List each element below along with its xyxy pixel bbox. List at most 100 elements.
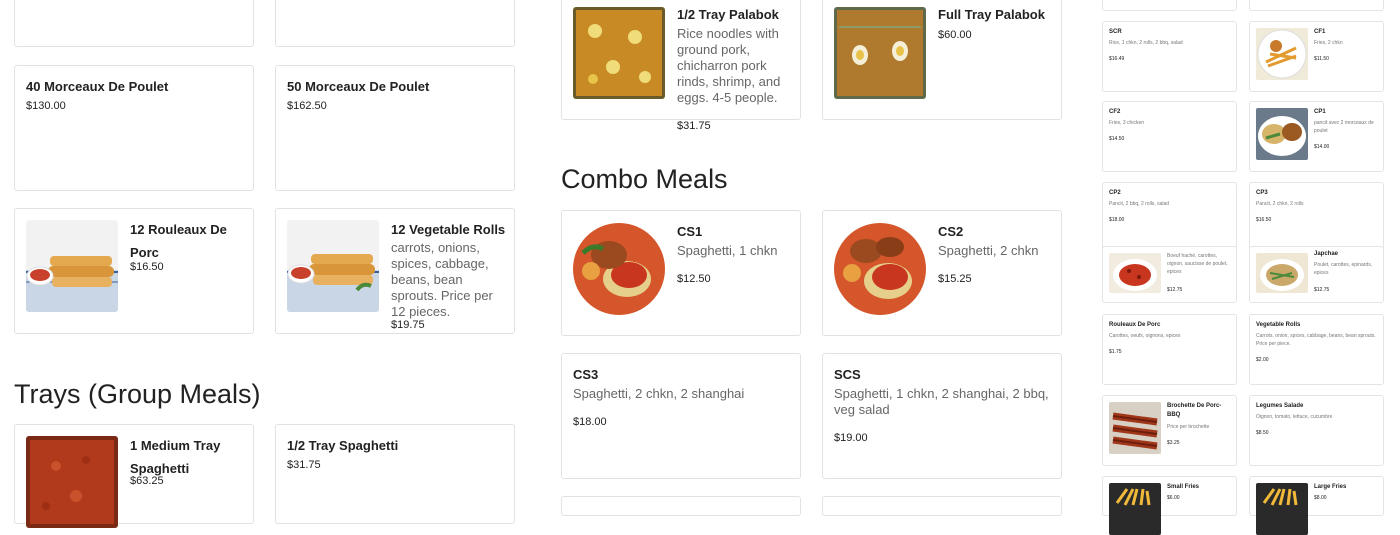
side-item-card[interactable]: CP1 pancit avec 2 morceaux de poulet $14… — [1249, 101, 1384, 172]
side-item-card[interactable]: Large Fries $8.00 — [1249, 476, 1384, 535]
item-price: $19.00 — [834, 432, 868, 444]
side-item-card[interactable]: Legumes Salade Oignon, tomato, lettuce, … — [1249, 395, 1384, 466]
item-name: 1/2 Tray Palabok — [677, 7, 779, 22]
spaghetti-beef-image — [1109, 253, 1161, 293]
item-description: Rice noodles with ground pork, chicharro… — [677, 26, 781, 105]
menu-item-card[interactable]: CS2 Spaghetti, 2 chkn $15.25 — [822, 210, 1062, 336]
item-price: $63.25 — [130, 475, 164, 487]
side-item-description: Oignon, tomato, lettuce, cucumbre — [1256, 414, 1333, 420]
item-price: $31.75 — [677, 120, 711, 132]
side-item-description: Boeuf haché, carottes, oignon, saucisse … — [1167, 253, 1228, 275]
side-item-card[interactable]: CF2 Fries, 3 chicken $14.50 — [1102, 101, 1237, 172]
side-item-name: Rouleaux De Porc — [1109, 322, 1161, 328]
side-item-name: CF1 — [1314, 29, 1326, 35]
menu-item-card[interactable]: CS1 Spaghetti, 1 chkn $12.50 — [561, 210, 801, 336]
item-name: CS1 — [677, 224, 703, 239]
item-name: SCS — [834, 367, 861, 382]
item-description: Spaghetti, 2 chkn, 2 shanghai — [573, 386, 745, 401]
side-item-price: $12.75 — [1167, 287, 1183, 293]
side-item-price: $8.00 — [1314, 495, 1327, 501]
spaghetti-tray-image — [26, 436, 118, 528]
item-description: Spaghetti, 1 chkn — [677, 243, 778, 258]
side-item-description: Rice, 1 chkn, 2 rolls, 2 bbq, salad — [1109, 40, 1183, 46]
item-name: 12 Vegetable Rolls — [391, 222, 506, 237]
side-item-description: Fries, 3 chicken — [1109, 120, 1145, 126]
menu-item-card-partial[interactable] — [14, 0, 254, 47]
side-item-description: Price per brochette — [1167, 424, 1210, 430]
menu-item-card-partial[interactable] — [822, 496, 1062, 516]
side-item-description: Carrots, onion, spices, cabbage, beans, … — [1256, 333, 1376, 347]
pancit-chicken-image — [1256, 108, 1308, 160]
side-card-partial[interactable] — [1102, 0, 1237, 11]
item-name: 50 Morceaux De Poulet — [287, 79, 430, 94]
menu-item-card[interactable]: 1 Medium Tray Spaghetti $63.25 — [14, 424, 254, 528]
side-item-card[interactable]: Vegetable Rolls Carrots, onion, spices, … — [1249, 314, 1384, 385]
side-item-card[interactable]: Small Fries $6.00 — [1102, 476, 1237, 535]
side-item-price: $18.00 — [1109, 217, 1125, 223]
menu-item-card[interactable]: 12 Vegetable Rolls carrots, onions, spic… — [275, 208, 515, 334]
item-name: 40 Morceaux De Poulet — [26, 79, 169, 94]
side-item-card[interactable]: Rouleaux De Porc Carottes, oeufs, oignon… — [1102, 314, 1237, 385]
menu-item-card[interactable]: 12 Rouleaux De Porc $16.50 — [14, 208, 254, 334]
item-price: $31.75 — [287, 459, 321, 471]
side-item-name: Brochette De Porc-BBQ — [1167, 403, 1222, 418]
menu-item-card[interactable]: Full Tray Palabok $60.00 — [822, 0, 1062, 120]
spring-rolls-image — [26, 220, 118, 312]
palabok-full-tray-image — [834, 7, 926, 99]
vegetable-rolls-image — [287, 220, 379, 312]
side-item-description: Pancit, 2 bbq, 2 rolls, salad — [1109, 201, 1170, 207]
menu-item-card-partial[interactable] — [275, 0, 515, 47]
side-item-card[interactable]: CP3 Pancit, 2 chkn, 2 rolls $16.50 — [1249, 182, 1384, 253]
side-item-name: SCR — [1109, 29, 1122, 35]
combo-section-heading: Combo Meals — [561, 164, 728, 194]
menu-item-card[interactable]: 40 Morceaux De Poulet $130.00 — [14, 65, 254, 191]
item-price: $15.25 — [938, 273, 972, 285]
item-price: $130.00 — [26, 100, 66, 112]
side-item-card[interactable]: CP2 Pancit, 2 bbq, 2 rolls, salad $18.00 — [1102, 182, 1237, 253]
side-item-name: CP1 — [1314, 109, 1326, 115]
item-price: $12.50 — [677, 273, 711, 285]
menu-item-card[interactable]: CS3 Spaghetti, 2 chkn, 2 shanghai $18.00 — [561, 353, 801, 479]
menu-item-card[interactable]: 50 Morceaux De Poulet $162.50 — [275, 65, 515, 191]
side-item-description: pancit avec 2 morceaux de poulet — [1314, 120, 1374, 134]
menu-item-card[interactable]: SCS Spaghetti, 1 chkn, 2 shanghai, 2 bbq… — [822, 353, 1062, 479]
side-item-price: $14.00 — [1314, 144, 1330, 150]
side-item-price: $1.75 — [1109, 349, 1122, 355]
palabok-half-tray-image — [573, 7, 665, 99]
item-name: Full Tray Palabok — [938, 7, 1045, 22]
side-item-card[interactable]: Brochette De Porc-BBQ Price per brochett… — [1102, 395, 1237, 466]
item-price: $18.00 — [573, 416, 607, 428]
side-item-card[interactable]: Japchae Poulet, carottes, epinards, epic… — [1249, 246, 1384, 303]
menu-item-card-partial[interactable] — [561, 496, 801, 516]
side-item-card[interactable]: CF1 Fries, 2 chkn $11.50 — [1249, 21, 1384, 92]
item-name: CS2 — [938, 224, 964, 239]
item-name: 1/2 Tray Spaghetti — [287, 438, 399, 453]
side-item-name: Japchae — [1314, 251, 1339, 257]
side-item-price: $8.50 — [1256, 430, 1269, 436]
side-item-card[interactable]: Boeuf haché, carottes, oignon, saucisse … — [1102, 246, 1237, 303]
side-item-price: $16.49 — [1109, 56, 1125, 62]
side-item-name: CP3 — [1256, 190, 1268, 196]
bbq-skewers-image — [1109, 402, 1161, 454]
item-description: Spaghetti, 1 chkn, 2 shanghai, 2 bbq, ve… — [834, 386, 1049, 417]
combo-cs2-image — [834, 223, 926, 315]
side-card-partial[interactable] — [1249, 0, 1384, 11]
japchae-image — [1256, 253, 1308, 293]
side-item-card[interactable]: SCR Rice, 1 chkn, 2 rolls, 2 bbq, salad … — [1102, 21, 1237, 92]
item-description: carrots, onions, spices, cabbage, beans,… — [391, 240, 493, 319]
trays-section-heading: Trays (Group Meals) — [14, 379, 261, 409]
side-item-name: Large Fries — [1314, 484, 1347, 490]
side-item-price: $6.00 — [1167, 495, 1180, 501]
side-item-price: $16.50 — [1256, 217, 1272, 223]
large-fries-image — [1256, 483, 1308, 535]
menu-item-card[interactable]: 1/2 Tray Palabok Rice noodles with groun… — [561, 0, 801, 120]
menu-item-card[interactable]: 1/2 Tray Spaghetti $31.75 — [275, 424, 515, 524]
side-item-description: Poulet, carottes, epinards, epices — [1314, 262, 1373, 276]
side-item-name: CP2 — [1109, 190, 1121, 196]
item-price: $60.00 — [938, 29, 972, 41]
side-item-price: $12.75 — [1314, 287, 1330, 293]
item-name: 1 Medium Tray Spaghetti — [130, 438, 221, 476]
side-item-price: $2.00 — [1256, 357, 1269, 363]
small-fries-image — [1109, 483, 1161, 535]
side-item-name: CF2 — [1109, 109, 1121, 115]
